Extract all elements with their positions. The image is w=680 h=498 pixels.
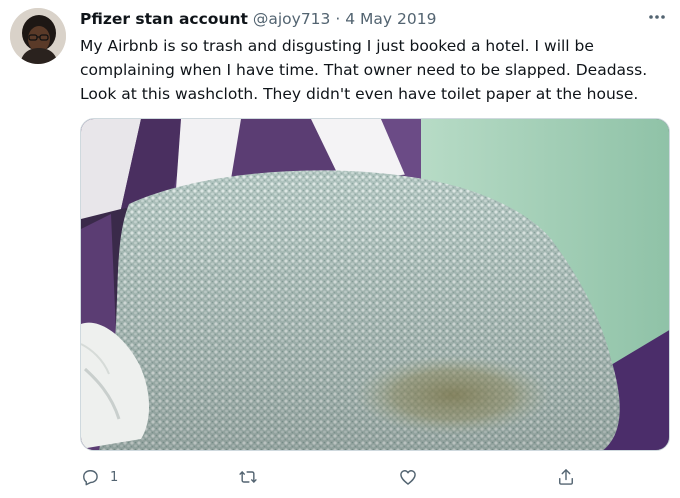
like-button[interactable] (398, 462, 418, 492)
reply-icon (80, 467, 100, 487)
author-name[interactable]: Pfizer stan account (80, 10, 248, 28)
tweet-text-line: complaining when I have time. That owner… (80, 61, 648, 79)
share-icon (556, 467, 576, 487)
like-icon (398, 467, 418, 487)
tweet-text-line: Look at this washcloth. They didn't even… (80, 85, 639, 103)
tweet-actions: 1 (80, 462, 670, 492)
tweet: Pfizer stan account @ajoy713 · 4 May 201… (0, 0, 680, 498)
tweet-text-line: My Airbnb is so trash and disgusting I j… (80, 37, 594, 55)
more-options-icon[interactable] (644, 6, 670, 28)
reply-count: 1 (110, 469, 119, 485)
tweet-date[interactable]: 4 May 2019 (345, 10, 436, 28)
tweet-photo[interactable] (80, 118, 670, 451)
author-handle[interactable]: @ajoy713 (253, 10, 331, 28)
washcloth-photo (81, 119, 669, 450)
retweet-button[interactable] (238, 462, 258, 492)
tweet-header: Pfizer stan account @ajoy713 · 4 May 201… (80, 8, 436, 30)
avatar-image (10, 8, 66, 64)
retweet-icon (238, 467, 258, 487)
avatar[interactable] (10, 8, 66, 64)
separator-dot: · (335, 10, 341, 28)
reply-button[interactable]: 1 (80, 462, 118, 492)
tweet-text: My Airbnb is so trash and disgusting I j… (80, 34, 665, 106)
share-button[interactable] (556, 462, 576, 492)
